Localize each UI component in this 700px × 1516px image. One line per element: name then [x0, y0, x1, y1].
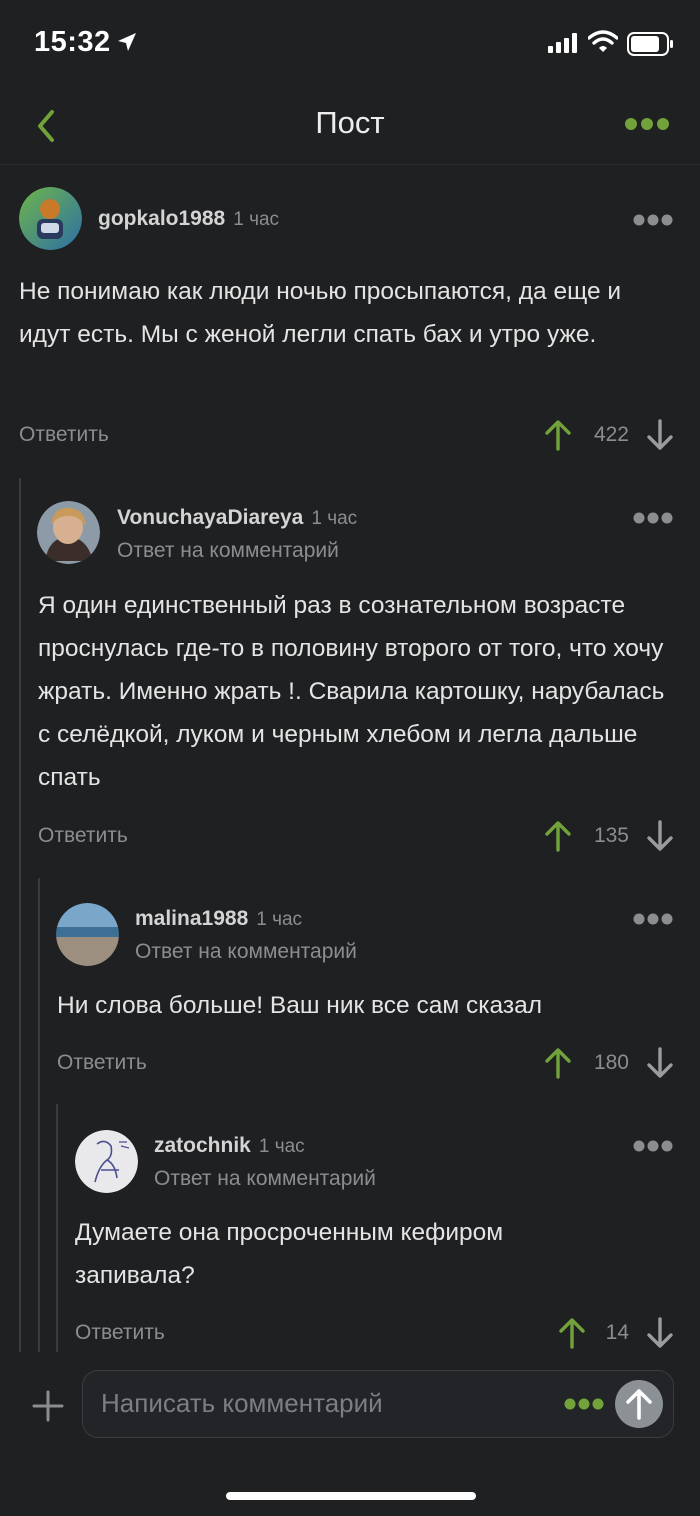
comment-author[interactable]: VonuchayaDiareya 1 час: [117, 506, 357, 530]
comment-time: 1 час: [258, 1136, 305, 1157]
plus-icon[interactable]: [32, 1390, 64, 1422]
comment-author[interactable]: malina1988 1 час: [135, 907, 302, 931]
reply-button[interactable]: Ответить: [75, 1321, 165, 1345]
reply-to-label[interactable]: Ответ на комментарий: [154, 1167, 376, 1191]
send-arrow-icon: [626, 1389, 652, 1420]
more-dots-icon[interactable]: [633, 912, 673, 926]
page-title: Пост: [315, 105, 385, 140]
comment-time: 1 час: [311, 508, 358, 529]
reply-to-label[interactable]: Ответ на комментарий: [135, 940, 357, 964]
status-bar: 15:32: [0, 0, 700, 88]
comment-text: Ни слова больше! Ваш ник все сам сказал: [57, 992, 543, 1019]
thread-line: [38, 878, 40, 1352]
arrow-up-icon[interactable]: [544, 820, 572, 852]
nav-bar: Пост: [0, 88, 700, 165]
thread-line: [19, 478, 21, 1352]
status-time: 15:32: [34, 26, 111, 58]
arrow-down-icon[interactable]: [646, 1047, 674, 1079]
comment-time: 1 час: [233, 209, 280, 230]
vote-score: 14: [605, 1321, 629, 1344]
location-arrow-icon: [118, 33, 136, 51]
vote-score: 135: [593, 824, 629, 847]
arrow-up-icon[interactable]: [544, 1047, 572, 1079]
comment-text: Не понимаю как люди ночью просыпаются, д…: [19, 278, 622, 348]
comment-input[interactable]: Написать комментарий: [82, 1370, 674, 1438]
arrow-down-icon[interactable]: [646, 419, 674, 451]
vote-score: 180: [593, 1051, 629, 1074]
home-indicator: [226, 1492, 476, 1500]
avatar[interactable]: [56, 903, 119, 966]
comment-text: Думаете она просроченным кефиром запивал…: [75, 1219, 504, 1289]
battery-icon: [627, 32, 673, 56]
more-dots-icon[interactable]: [563, 1397, 605, 1411]
comment-time: 1 час: [256, 909, 303, 930]
comment-text: Я один единственный раз в сознательном в…: [38, 592, 665, 791]
comment-author[interactable]: gopkalo1988 1 час: [98, 207, 279, 231]
reply-button[interactable]: Ответить: [38, 824, 128, 848]
arrow-down-icon[interactable]: [646, 1317, 674, 1349]
comment-author[interactable]: zatochnik 1 час: [154, 1134, 305, 1158]
more-dots-icon[interactable]: [633, 511, 673, 525]
reply-button[interactable]: Ответить: [19, 423, 109, 447]
avatar[interactable]: [19, 187, 82, 250]
avatar[interactable]: [37, 501, 100, 564]
reply-to-label[interactable]: Ответ на комментарий: [117, 539, 339, 563]
vote-score: 422: [593, 423, 629, 446]
send-button[interactable]: [615, 1380, 663, 1428]
wifi-icon: [588, 30, 618, 52]
arrow-up-icon[interactable]: [544, 419, 572, 451]
avatar[interactable]: [75, 1130, 138, 1193]
more-dots-icon[interactable]: [624, 116, 670, 132]
comment-input-placeholder: Написать комментарий: [101, 1388, 383, 1418]
reply-button[interactable]: Ответить: [57, 1051, 147, 1075]
more-dots-icon[interactable]: [633, 213, 673, 227]
signal-icon: [548, 33, 577, 53]
more-dots-icon[interactable]: [633, 1139, 673, 1153]
arrow-down-icon[interactable]: [646, 820, 674, 852]
thread-line: [56, 1104, 58, 1352]
